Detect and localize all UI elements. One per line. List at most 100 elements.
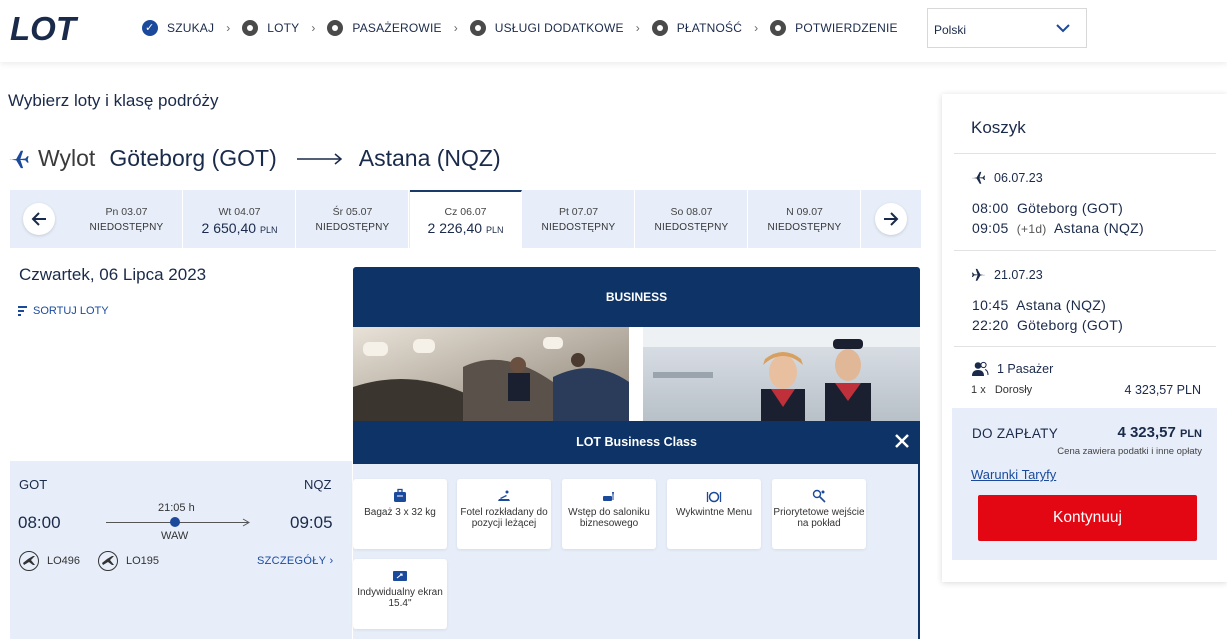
chevron-right-icon: ›: [329, 555, 334, 567]
flight-card[interactable]: GOT NQZ 08:00 09:05 21:05 h WAW LO496 LO…: [10, 461, 352, 639]
route-origin: Göteborg (GOT): [109, 145, 277, 171]
day-price: 2 226,40 PLN: [427, 220, 504, 236]
cart-title: Koszyk: [971, 118, 1026, 137]
lot-logo[interactable]: LOT: [10, 12, 100, 44]
route-heading: Wylot Göteborg (GOT) Astana (NQZ): [8, 145, 501, 172]
outbound-arrival: 09:05 (+1d) Astana (NQZ): [972, 220, 1144, 236]
feature-label: Indywidualny ekran 15.4": [357, 587, 443, 609]
flight-number-label: LO195: [126, 555, 160, 567]
segment-city: Astana (NQZ): [1016, 297, 1107, 313]
date-strip: Pn 03.07 NIEDOSTĘPNY Wt 04.07 2 650,40 P…: [10, 190, 921, 248]
prev-dates-button[interactable]: [23, 203, 55, 235]
screen-icon: [393, 571, 407, 581]
plane-return-icon: [971, 268, 985, 281]
airline-logo-icon: [98, 551, 118, 571]
fare-terms-link[interactable]: Warunki Taryfy: [971, 467, 1056, 482]
step-platnosc: PŁATNOŚĆ: [651, 20, 743, 36]
step-dot-icon: [242, 20, 259, 36]
step-potwierdzenie: POTWIERDZENIE: [770, 20, 898, 36]
segment-time: 10:45: [972, 297, 1009, 313]
segment-date: 06.07.23: [994, 170, 1043, 185]
chevron-down-icon: [1056, 24, 1070, 33]
step-label: PŁATNOŚĆ: [676, 21, 743, 35]
continue-button[interactable]: Kontynuuj: [978, 495, 1197, 541]
payment-summary: DO ZAPŁATY 4 323,57 PLN Cena zawiera pod…: [952, 408, 1217, 560]
dining-icon: [706, 491, 722, 503]
business-fare-header[interactable]: BUSINESS: [353, 267, 920, 327]
feature-menu: Wykwintne Menu: [667, 479, 761, 549]
segment-city: Göteborg (GOT): [1016, 317, 1124, 333]
day-price: 2 650,40 PLN: [201, 220, 278, 236]
feature-label: Wykwintne Menu: [675, 507, 753, 518]
segment-time: 08:00: [972, 200, 1009, 216]
pax-count: 1: [971, 384, 978, 396]
feature-label: Wstęp do saloniku biznesowego: [568, 507, 650, 529]
step-dot-icon: [770, 20, 787, 36]
step-dot-icon: [469, 20, 486, 36]
passenger-line: 1 x Dorosły 4 323,57 PLN: [971, 383, 1201, 397]
day-tab-1[interactable]: Wt 04.07 2 650,40 PLN: [184, 190, 296, 248]
divider: [954, 346, 1216, 347]
direction-label: Wylot: [38, 145, 96, 171]
step-label: LOTY: [267, 21, 300, 35]
day-status: NIEDOSTĘPNY: [89, 222, 164, 233]
day-date: N 09.07: [786, 206, 823, 218]
feature-priority: Priorytetowe wejście na pokład: [772, 479, 866, 549]
segment-city: Astana (NQZ): [1054, 220, 1144, 236]
divider: [954, 250, 1216, 251]
day-tab-3-selected[interactable]: Cz 06.07 2 226,40 PLN: [410, 190, 522, 248]
next-dates-button[interactable]: [875, 203, 907, 235]
segment-date: 21.07.23: [994, 267, 1043, 282]
chevron-right-icon: ›: [453, 21, 458, 35]
day-status: NIEDOSTĘPNY: [315, 222, 390, 233]
passengers-icon: [972, 361, 989, 376]
flight-number-1: LO496: [19, 551, 80, 571]
day-date: Cz 06.07: [444, 206, 487, 218]
outbound-departure: 08:00 Göteborg (GOT): [972, 200, 1123, 216]
day-status: NIEDOSTĘPNY: [541, 222, 616, 233]
step-label: PASAŻEROWIE: [352, 21, 442, 35]
segment-time: 09:05: [972, 220, 1009, 236]
selected-date-heading: Czwartek, 06 Lipca 2023: [19, 265, 207, 284]
departure-time: 08:00: [18, 513, 61, 532]
flight-attendants-image: [643, 327, 920, 421]
business-class-title: LOT Business Class: [353, 421, 920, 464]
step-label: USŁUGI DODATKOWE: [494, 21, 624, 35]
luggage-icon: [394, 488, 406, 502]
day-date: Śr 05.07: [332, 206, 373, 218]
step-uslugi: USŁUGI DODATKOWE: [469, 20, 624, 36]
sort-icon: [18, 305, 27, 316]
total-note: Cena zawiera podatki i inne opłaty: [1057, 446, 1202, 457]
route-arrow-icon: [242, 518, 250, 527]
arrow-right-icon: [296, 152, 342, 165]
day-date: So 08.07: [670, 206, 713, 218]
plane-depart-icon: [972, 171, 986, 184]
day-tab-5: So 08.07 NIEDOSTĘPNY: [636, 190, 748, 248]
close-icon[interactable]: [893, 432, 911, 450]
arrow-left-icon: [31, 212, 46, 226]
pax-multiplier: x: [980, 384, 986, 396]
reclining-seat-icon: [498, 490, 510, 501]
step-pasazerowie: PASAŻEROWIE: [327, 20, 442, 36]
day-date: Wt 04.07: [218, 206, 261, 218]
page-title: Wybierz loty i klasę podróży: [8, 91, 219, 110]
step-loty: LOTY: [242, 20, 299, 36]
chevron-right-icon: ›: [635, 21, 640, 35]
priority-boarding-icon: [812, 489, 826, 503]
day-date: Pt 07.07: [558, 206, 599, 218]
route-destination: Astana (NQZ): [358, 145, 501, 171]
origin-code: GOT: [19, 477, 48, 492]
cart-panel: Koszyk 06.07.23 08:00 Göteborg (GOT) 09:…: [942, 94, 1227, 582]
arrival-time: 09:05: [290, 513, 333, 532]
feature-luggage: Bagaż 3 x 32 kg: [353, 479, 447, 549]
language-select[interactable]: Polski: [927, 8, 1087, 48]
sort-flights-button[interactable]: SORTUJ LOTY: [18, 305, 109, 317]
feature-label: Priorytetowe wejście na pokład: [773, 507, 865, 529]
step-szukaj[interactable]: ✓ SZUKAJ: [142, 20, 214, 36]
business-features-panel: Bagaż 3 x 32 kg Fotel rozkładany do pozy…: [353, 464, 920, 639]
details-label: SZCZEGÓŁY: [257, 555, 327, 567]
progress-steps: ✓ SZUKAJ › LOTY › PASAŻEROWIE › USŁUGI D…: [142, 20, 898, 36]
inbound-arrival: 22:20 Göteborg (GOT): [972, 317, 1123, 333]
flight-details-link[interactable]: SZCZEGÓŁY ›: [257, 555, 333, 567]
feature-screen: Indywidualny ekran 15.4": [353, 559, 447, 629]
